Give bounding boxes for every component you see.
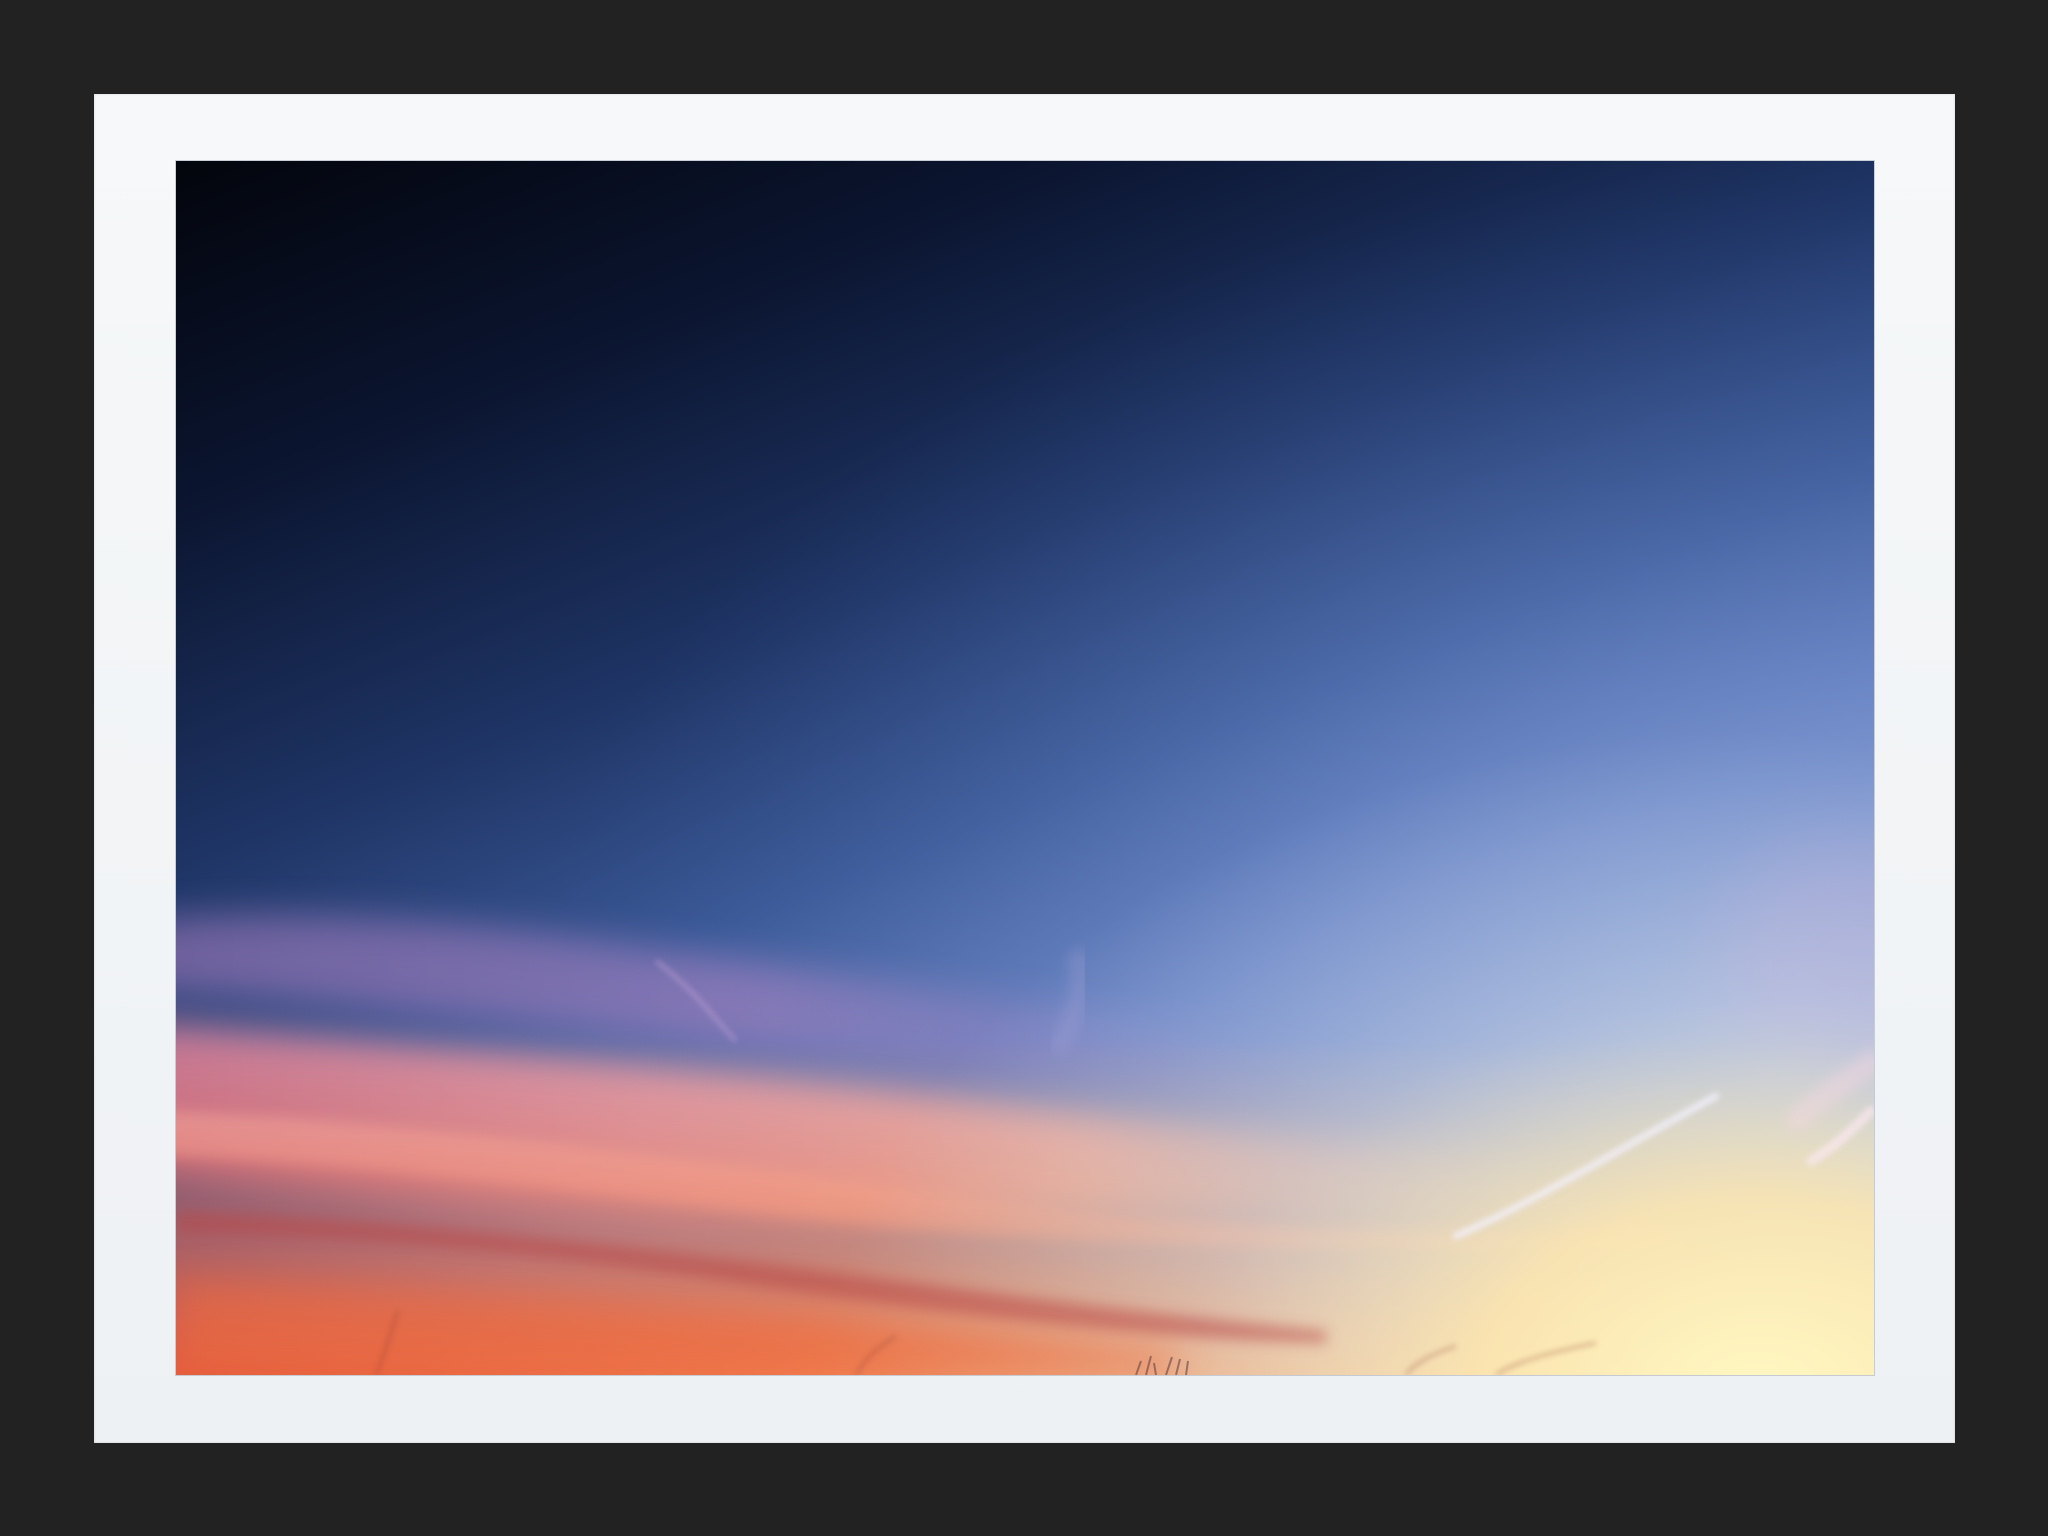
picture-frame: [0, 0, 2048, 1536]
sunset-sky-image: [176, 161, 1874, 1375]
sunset-photo: [176, 161, 1874, 1375]
